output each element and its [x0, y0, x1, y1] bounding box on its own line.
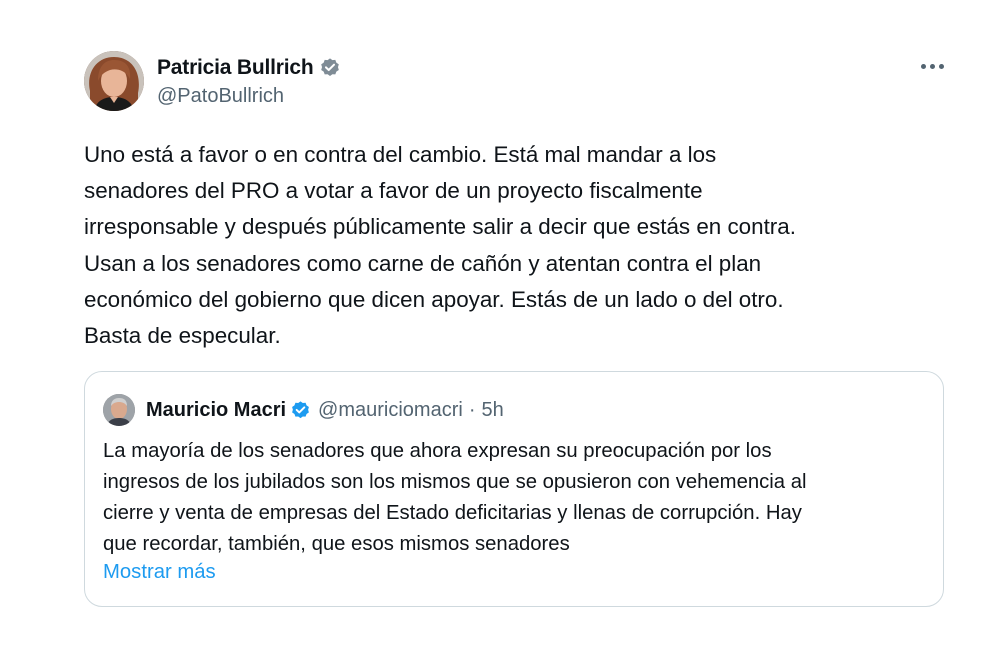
ellipsis-icon: [929, 63, 935, 69]
quoted-text-line: que recordar, también, que esos mismos s…: [103, 533, 570, 555]
tweet: Patricia Bullrich @PatoBullrich Uno está…: [0, 0, 992, 661]
ellipsis-icon: [938, 63, 944, 69]
quoted-timestamp[interactable]: 5h: [481, 399, 503, 422]
tweet-text-line: económico del gobierno que dicen apoyar.…: [84, 286, 784, 312]
tweet-text-line: Basta de especular.: [84, 323, 281, 349]
tweet-text-line: Usan a los senadores como carne de cañón…: [84, 250, 762, 276]
quoted-text-line: cierre y venta de empresas del Estado de…: [103, 502, 802, 524]
tweet-text: Uno está a favor o en contra del cambio.…: [84, 137, 944, 354]
tweet-text-line: Uno está a favor o en contra del cambio.…: [84, 142, 717, 167]
quoted-tweet-header: Mauricio Macri @mauriciomacri · 5h: [103, 394, 504, 426]
show-more-link[interactable]: Mostrar más: [103, 561, 216, 584]
author-name[interactable]: Patricia Bullrich: [157, 56, 314, 80]
author-name-row: Patricia Bullrich: [157, 54, 341, 82]
tweet-text-line: senadores del PRO a votar a favor de un …: [84, 178, 703, 204]
tweet-text-line: irresponsable y después públicamente sal…: [84, 214, 796, 240]
verified-badge-icon: [290, 400, 311, 421]
author-handle[interactable]: @PatoBullrich: [157, 85, 284, 108]
quoted-tweet-text: La mayoría de los senadores que ahora ex…: [103, 436, 933, 560]
separator-dot: ·: [468, 398, 476, 421]
quoted-author-name[interactable]: Mauricio Macri: [146, 399, 286, 422]
author-avatar[interactable]: [84, 51, 144, 111]
quoted-author-handle[interactable]: @mauriciomacri: [318, 399, 463, 422]
quoted-tweet-card[interactable]: Mauricio Macri @mauriciomacri · 5h La ma…: [84, 371, 944, 607]
more-options-button[interactable]: [916, 56, 948, 76]
quoted-text-line: ingresos de los jubilados son los mismos…: [103, 471, 807, 493]
ellipsis-icon: [920, 63, 926, 69]
quoted-author-avatar[interactable]: [103, 394, 135, 426]
verified-badge-icon: [319, 57, 341, 79]
quoted-text-line: La mayoría de los senadores que ahora ex…: [103, 440, 772, 462]
